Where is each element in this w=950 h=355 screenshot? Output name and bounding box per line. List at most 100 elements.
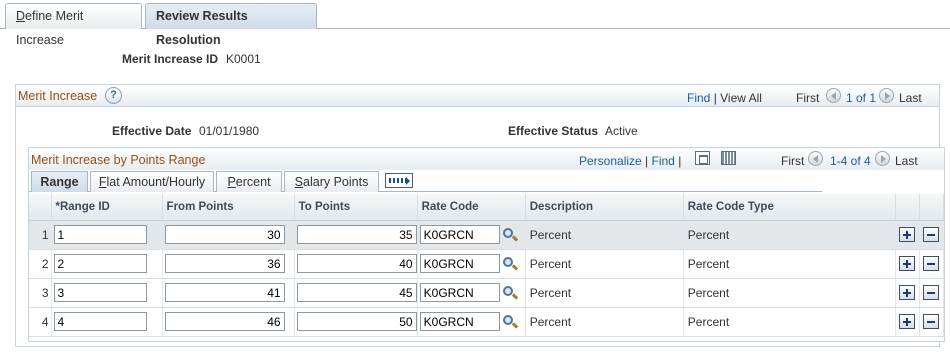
delete-row-button[interactable] [923, 256, 940, 272]
tab-define-merit-increase[interactable]: Define Merit Increase [5, 3, 142, 47]
from-points-input[interactable] [164, 283, 285, 302]
row-number: 3 [29, 278, 52, 308]
rate-code-input[interactable] [419, 312, 500, 331]
from-points-input[interactable] [164, 312, 285, 331]
rate-code-type-cell: Percent [683, 249, 896, 279]
delete-row-cell [919, 278, 945, 308]
from-points-input[interactable] [164, 254, 285, 273]
delete-row-cell [919, 307, 945, 337]
grid-previous-arrow-icon[interactable] [808, 151, 823, 166]
delete-row-button[interactable] [923, 227, 940, 243]
row-count: 1 of 1 [846, 91, 877, 105]
table-row: 2 Percent Percent [29, 249, 945, 279]
range-id-cell [51, 307, 163, 337]
lookup-icon[interactable] [502, 256, 518, 272]
add-row-cell [895, 249, 920, 279]
effective-date-label: Effective Date [112, 124, 192, 138]
nav-separator: | [678, 154, 682, 168]
range-id-input[interactable] [53, 225, 147, 244]
table-header-row: *Range ID From Points To Points Rate Cod… [29, 194, 945, 221]
download-grid-icon[interactable] [721, 151, 736, 165]
lookup-icon[interactable] [502, 285, 518, 301]
rate-code-type-cell: Percent [683, 307, 896, 337]
range-id-input[interactable] [53, 312, 147, 331]
rate-code-input[interactable] [419, 283, 500, 302]
previous-arrow-icon[interactable] [826, 88, 841, 103]
to-points-input[interactable] [296, 312, 417, 331]
grid-tab-accesskey: S [294, 175, 304, 189]
points-range-grid: Merit Increase by Points Range Personali… [28, 147, 945, 342]
view-all-link[interactable]: View All [720, 91, 762, 105]
tab-baseline [0, 28, 950, 29]
grid-tabs: Range Flat Amount/Hourly Percent Salary … [29, 170, 944, 192]
merit-increase-header: Merit Increase ? Find | View All First 1… [16, 85, 939, 107]
lookup-icon[interactable] [502, 314, 518, 330]
range-id-input[interactable] [53, 283, 147, 302]
delete-row-button[interactable] [923, 314, 940, 330]
row-number: 2 [29, 249, 52, 279]
tab-review-results-resolution[interactable]: Review Results Resolution [145, 3, 317, 47]
help-icon[interactable]: ? [105, 87, 122, 104]
grid-title: Merit Increase by Points Range [31, 153, 206, 167]
column-header-range-id: *Range ID [51, 194, 163, 221]
description-cell: Percent [525, 278, 684, 308]
rate-code-type-cell: Percent [683, 220, 896, 250]
grid-tab-range[interactable]: Range [31, 171, 88, 192]
zoom-grid-icon[interactable] [695, 151, 710, 165]
lookup-icon[interactable] [502, 227, 518, 243]
table-row: 3 Percent Percent [29, 278, 945, 308]
range-id-cell [51, 249, 163, 279]
grid-tab-salary-points[interactable]: Salary Points [284, 171, 379, 192]
column-header-to-points: To Points [294, 194, 418, 221]
last-label: Last [899, 91, 922, 105]
grid-next-arrow-icon[interactable] [875, 151, 890, 166]
add-row-button[interactable] [899, 285, 916, 301]
delete-row-button[interactable] [923, 285, 940, 301]
add-row-cell [895, 220, 920, 250]
to-points-input[interactable] [296, 225, 417, 244]
show-all-columns-icon[interactable] [385, 173, 413, 188]
add-row-button[interactable] [899, 227, 916, 243]
grid-tab-percent[interactable]: Percent [216, 171, 282, 192]
next-arrow-icon[interactable] [879, 88, 894, 103]
rate-code-type-cell: Percent [683, 278, 896, 308]
to-points-cell [294, 307, 418, 337]
page-tabs: Define Merit Increase Review Results Res… [0, 0, 950, 47]
to-points-input[interactable] [296, 254, 417, 273]
first-label: First [796, 91, 820, 105]
rate-code-input[interactable] [419, 254, 500, 273]
add-row-button[interactable] [899, 256, 916, 272]
tab-label: Review Results Resolution [156, 9, 248, 47]
personalize-link[interactable]: Personalize [579, 154, 642, 168]
table-row: 1 Percent Percent [29, 220, 945, 250]
grid-tab-label: alary Points [303, 175, 369, 189]
to-points-cell [294, 220, 418, 250]
merit-increase-title: Merit Increase [18, 89, 98, 103]
find-link[interactable]: Find [687, 91, 710, 105]
column-header-add [895, 194, 920, 221]
merit-increase-id-label: Merit Increase ID [122, 52, 219, 66]
add-row-cell [895, 307, 920, 337]
from-points-cell [162, 307, 295, 337]
rate-code-cell [417, 307, 526, 337]
merit-increase-nav: Find | View All [687, 91, 762, 105]
add-row-button[interactable] [899, 314, 916, 330]
grid-tab-label: lat Amount/Hourly [106, 175, 206, 189]
to-points-cell [294, 249, 418, 279]
from-points-input[interactable] [164, 225, 285, 244]
to-points-input[interactable] [296, 283, 417, 302]
delete-row-cell [919, 220, 945, 250]
description-cell: Percent [525, 307, 684, 337]
add-row-cell [895, 278, 920, 308]
grid-tab-flat-amount-hourly[interactable]: Flat Amount/Hourly [90, 171, 214, 192]
grid-tab-accesskey: P [227, 175, 236, 189]
grid-header: Merit Increase by Points Range Personali… [29, 148, 944, 170]
points-range-table: *Range ID From Points To Points Rate Cod… [29, 194, 945, 337]
rate-code-input[interactable] [419, 225, 500, 244]
grid-row-count: 1-4 of 4 [830, 154, 871, 168]
from-points-cell [162, 249, 295, 279]
grid-find-link[interactable]: Find [652, 154, 675, 168]
grid-nav: Personalize | Find | [579, 154, 681, 168]
range-id-input[interactable] [53, 254, 147, 273]
column-header-from-points: From Points [162, 194, 295, 221]
